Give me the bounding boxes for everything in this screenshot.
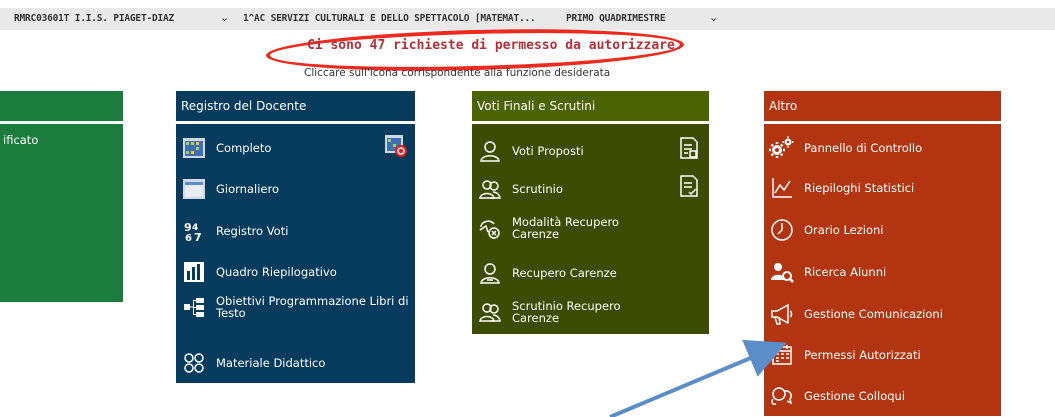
menu-item-modalita-recupero[interactable]: Modalità Recupero Carenze — [477, 215, 632, 241]
menu-item-registro-voti[interactable]: 9467 Registro Voti — [181, 218, 288, 244]
permission-alert[interactable]: Ci sono 47 richieste di permesso da auto… — [307, 38, 683, 53]
school-selector[interactable]: RMRC03601T I.I.S. PIAGET-DIAZ — [14, 13, 174, 24]
panel-body: ificato — [0, 124, 123, 302]
menu-item-permessi-autorizzati[interactable]: Permessi Autorizzati — [769, 342, 921, 368]
panel-header: Registro del Docente — [176, 91, 415, 121]
conversation-icon — [769, 383, 795, 409]
panel-body: Completo Giornaliero 9467 Registro Voti … — [176, 124, 415, 383]
calendar-permission-icon — [769, 342, 795, 368]
bar-chart-icon — [181, 259, 207, 285]
panel-altro: Altro Pannello di Controllo Riepiloghi S… — [764, 91, 1001, 417]
panel-header: Altro — [764, 91, 1001, 121]
svg-text:6: 6 — [185, 233, 192, 243]
students-group-icon — [477, 299, 503, 325]
sitemap-icon — [181, 294, 207, 320]
menu-item-orario-lezioni[interactable]: Orario Lezioni — [769, 217, 883, 243]
instruction-text: Cliccare sull'icona corrispondente alla … — [304, 67, 611, 79]
megaphone-icon — [769, 301, 795, 327]
panel-body: Pannello di Controllo Riepiloghi Statist… — [764, 124, 1001, 416]
clock-icon — [769, 217, 795, 243]
students-group-icon — [477, 176, 503, 202]
panel-body: Voti Proposti Scrutinio Modalità Recuper… — [472, 124, 709, 334]
calendar-record-icon[interactable] — [384, 134, 407, 158]
menu-item-scrutinio-recupero[interactable]: Scrutinio Recupero Carenze — [477, 299, 632, 325]
panel-certificato: ificato — [0, 91, 123, 302]
menu-item-completo[interactable]: Completo — [181, 135, 271, 161]
period-selector[interactable]: PRIMO QUADRIMESTRE — [566, 13, 666, 24]
line-chart-icon — [769, 175, 795, 201]
gears-icon — [769, 135, 795, 161]
top-selector-bar: RMRC03601T I.I.S. PIAGET-DIAZ ⌄ 1^AC SER… — [0, 8, 1055, 30]
user-search-icon — [769, 259, 795, 285]
document-grade-icon[interactable] — [678, 136, 700, 160]
panel-registro-docente: Registro del Docente Completo Giornalier… — [176, 91, 415, 383]
menu-item-pannello-controllo[interactable]: Pannello di Controllo — [769, 135, 922, 161]
menu-item-certificato[interactable]: ificato — [3, 134, 38, 146]
grades-numbers-icon: 9467 — [181, 218, 207, 244]
materials-icon — [181, 350, 207, 376]
student-recovery-icon — [477, 260, 503, 286]
panel-header: Voti Finali e Scrutini — [472, 91, 709, 121]
menu-item-quadro-riepilogativo[interactable]: Quadro Riepilogativo — [181, 259, 337, 285]
class-selector[interactable]: 1^AC SERVIZI CULTURALI E DELLO SPETTACOL… — [243, 13, 543, 24]
document-check-icon[interactable] — [678, 174, 700, 198]
panel-voti-finali-scrutini: Voti Finali e Scrutini Voti Proposti Scr… — [472, 91, 709, 334]
menu-item-scrutinio[interactable]: Scrutinio — [477, 176, 563, 202]
chevron-down-icon[interactable]: ⌄ — [709, 11, 718, 24]
menu-item-materiale-didattico[interactable]: Materiale Didattico — [181, 350, 325, 376]
menu-item-riepiloghi-statistici[interactable]: Riepiloghi Statistici — [769, 175, 914, 201]
panel-header — [0, 91, 123, 121]
menu-item-ricerca-alunni[interactable]: Ricerca Alunni — [769, 259, 886, 285]
calendar-day-icon — [181, 176, 207, 202]
chevron-down-icon[interactable]: ⌄ — [220, 11, 229, 24]
menu-item-obiettivi-programmazione[interactable]: Obiettivi Programmazione Libri di Testo — [181, 294, 415, 320]
menu-item-giornaliero[interactable]: Giornaliero — [181, 176, 279, 202]
menu-item-gestione-colloqui[interactable]: Gestione Colloqui — [769, 383, 905, 409]
svg-text:7: 7 — [194, 231, 202, 243]
calendar-grid-icon — [181, 135, 207, 161]
menu-item-voti-proposti[interactable]: Voti Proposti — [477, 138, 584, 164]
recovery-mode-icon — [477, 215, 503, 241]
menu-item-recupero-carenze[interactable]: Recupero Carenze — [477, 260, 617, 286]
student-icon — [477, 138, 503, 164]
menu-item-gestione-comunicazioni[interactable]: Gestione Comunicazioni — [769, 301, 943, 327]
